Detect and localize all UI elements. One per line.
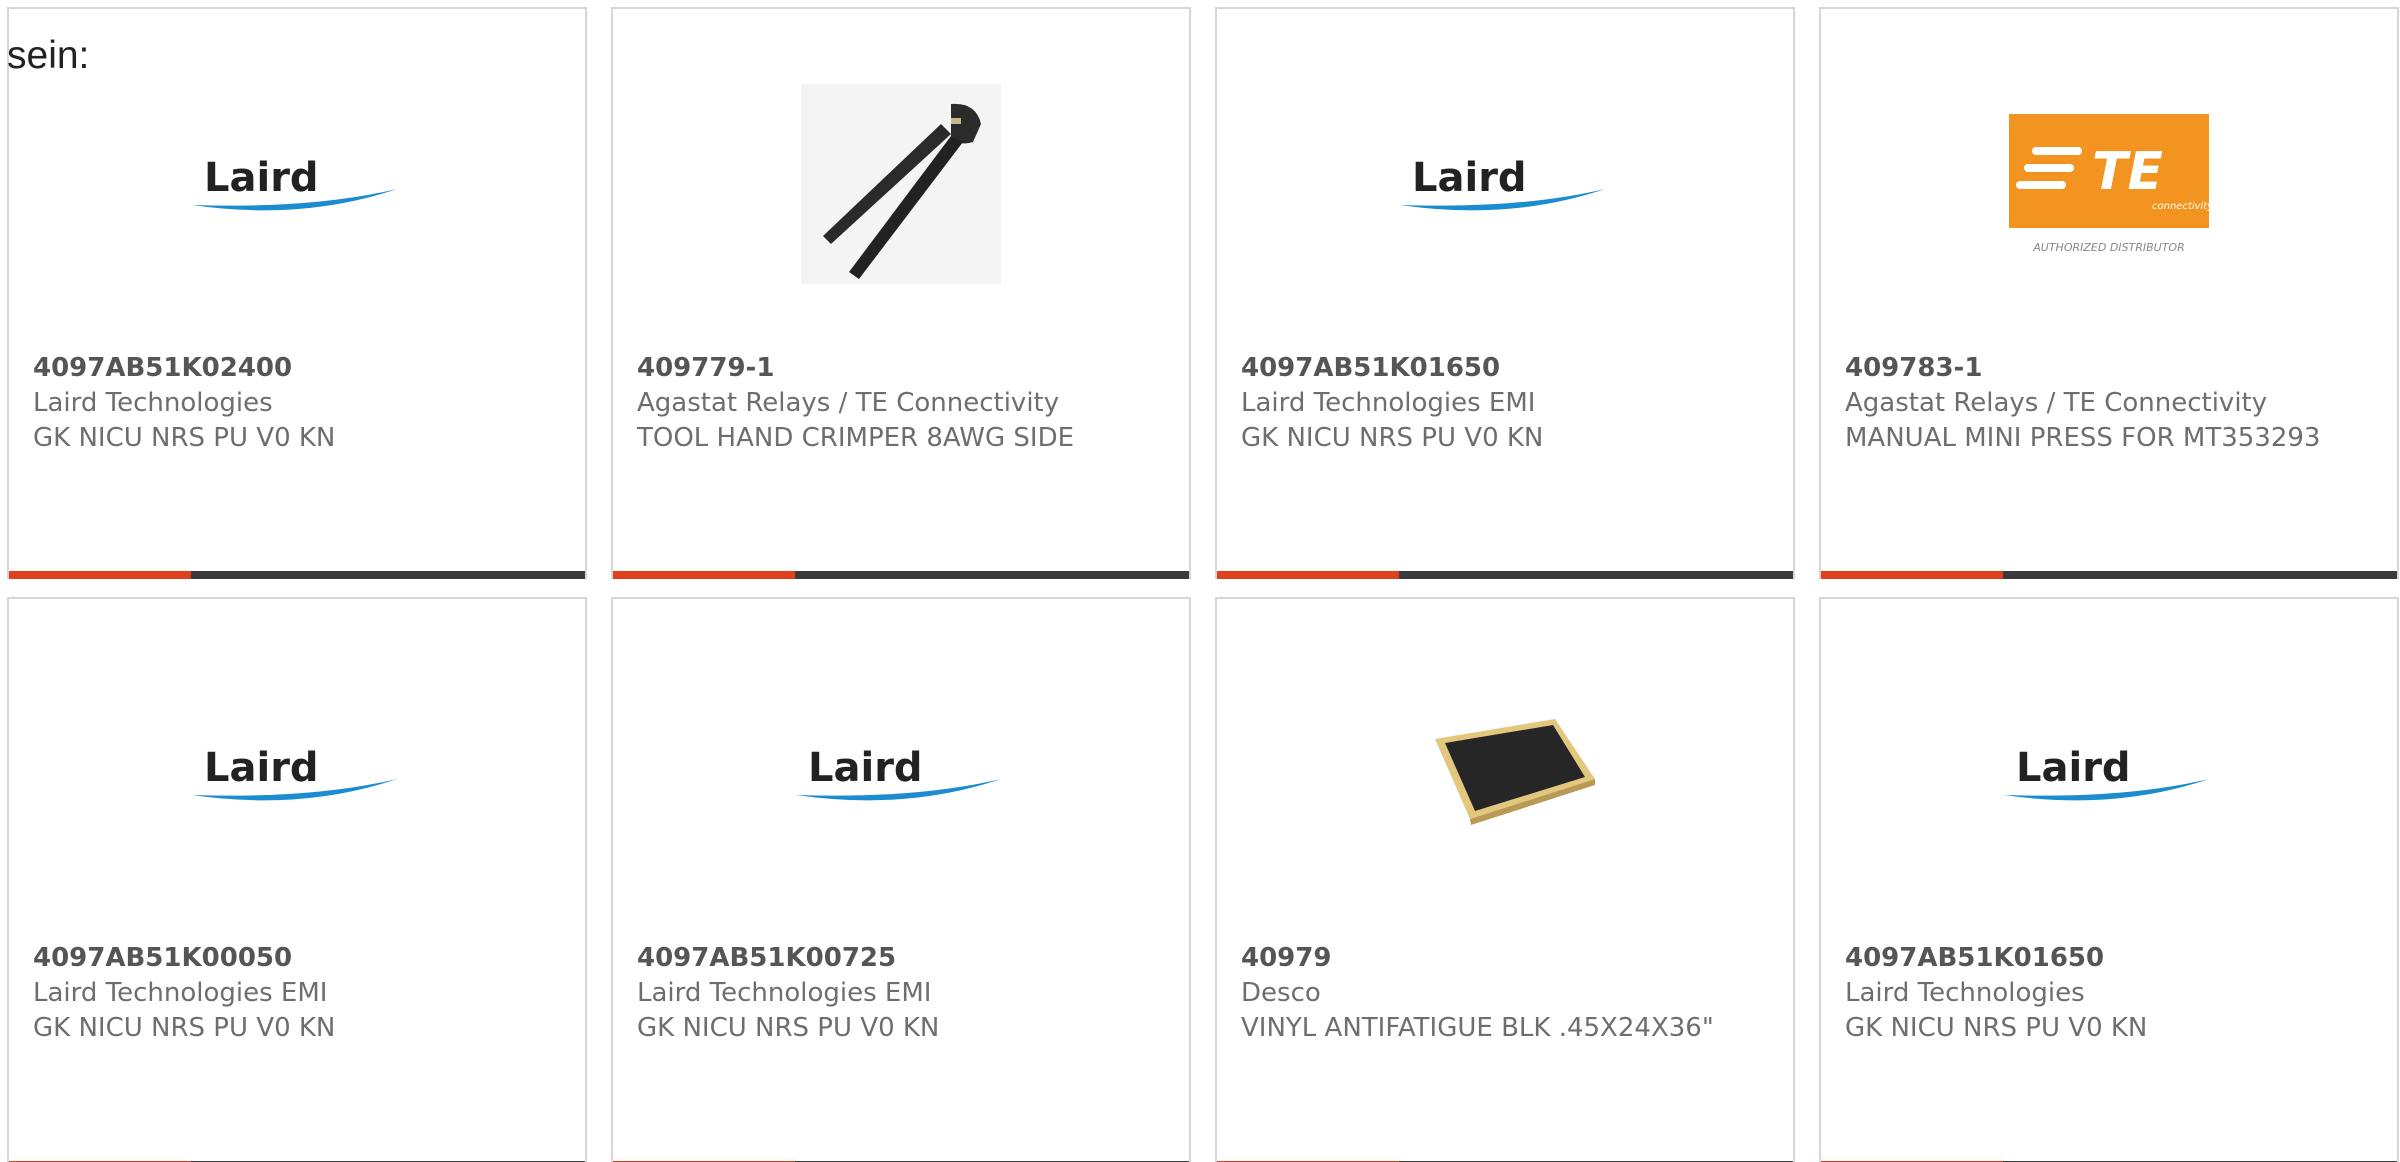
manufacturer: Laird Technologies EMI bbox=[1241, 388, 1536, 418]
product-card[interactable]: Laird 4097AB51K02400 Laird Technologies … bbox=[7, 7, 587, 579]
product-image: Laird bbox=[1821, 659, 2397, 889]
card-bottom-bar bbox=[1821, 571, 2397, 579]
product-card[interactable]: 40979 Desco VINYL ANTIFATIGUE BLK .45X24… bbox=[1215, 597, 1795, 1162]
svg-text:TE: TE bbox=[2092, 142, 2163, 202]
description: GK NICU NRS PU V0 KN bbox=[33, 423, 336, 453]
product-card[interactable]: 409779-1 Agastat Relays / TE Connectivit… bbox=[611, 7, 1191, 579]
product-info: 409783-1 Agastat Relays / TE Connectivit… bbox=[1845, 351, 2357, 456]
product-info: 4097AB51K01650 Laird Technologies EMI GK… bbox=[1241, 351, 1753, 456]
product-card[interactable]: Laird 4097AB51K01650 Laird Technologies … bbox=[1215, 7, 1795, 579]
svg-text:Laird: Laird bbox=[204, 155, 319, 201]
svg-text:Laird: Laird bbox=[2016, 745, 2131, 791]
manufacturer: Laird Technologies bbox=[33, 388, 273, 418]
product-results-page: sein: Laird 4097AB51K02400 Laird Technol… bbox=[0, 0, 2400, 1162]
product-card[interactable]: TE connectivity AUTHORIZED DISTRIBUTOR 4… bbox=[1819, 7, 2399, 579]
product-info: 40979 Desco VINYL ANTIFATIGUE BLK .45X24… bbox=[1241, 941, 1753, 1046]
part-number[interactable]: 4097AB51K00725 bbox=[637, 941, 1149, 976]
product-image: TE connectivity AUTHORIZED DISTRIBUTOR bbox=[1821, 69, 2397, 299]
laird-logo: Laird bbox=[1400, 155, 1605, 211]
card-accent bbox=[9, 571, 191, 579]
product-info: 4097AB51K02400 Laird Technologies GK NIC… bbox=[33, 351, 545, 456]
antifatigue-mat-image bbox=[1435, 719, 1595, 825]
card-bottom-bar bbox=[613, 571, 1189, 579]
card-bottom-bar bbox=[1217, 571, 1793, 579]
manufacturer: Laird Technologies bbox=[1845, 978, 2085, 1008]
hand-crimper-image bbox=[801, 84, 1001, 284]
description: GK NICU NRS PU V0 KN bbox=[637, 1013, 940, 1043]
svg-text:Laird: Laird bbox=[204, 745, 319, 791]
laird-logo: Laird bbox=[192, 745, 397, 801]
product-info: 4097AB51K00050 Laird Technologies EMI GK… bbox=[33, 941, 545, 1046]
part-number[interactable]: 40979 bbox=[1241, 941, 1753, 976]
card-accent bbox=[613, 571, 795, 579]
manufacturer: Laird Technologies EMI bbox=[637, 978, 932, 1008]
product-image: Laird bbox=[9, 69, 585, 299]
product-image bbox=[1217, 659, 1793, 889]
svg-text:Laird: Laird bbox=[1412, 155, 1527, 201]
product-card[interactable]: Laird 4097AB51K00050 Laird Technologies … bbox=[7, 597, 587, 1162]
product-image bbox=[613, 69, 1189, 299]
description: TOOL HAND CRIMPER 8AWG SIDE bbox=[637, 423, 1075, 453]
laird-logo: Laird bbox=[796, 745, 1001, 801]
svg-text:connectivity: connectivity bbox=[2152, 201, 2214, 212]
laird-logo: Laird bbox=[192, 155, 397, 211]
part-number[interactable]: 409779-1 bbox=[637, 351, 1149, 386]
manufacturer: Agastat Relays / TE Connectivity bbox=[637, 388, 1060, 418]
description: VINYL ANTIFATIGUE BLK .45X24X36" bbox=[1241, 1013, 1714, 1043]
description: MANUAL MINI PRESS FOR MT353293 bbox=[1845, 423, 2321, 453]
manufacturer: Desco bbox=[1241, 978, 1321, 1008]
description: GK NICU NRS PU V0 KN bbox=[33, 1013, 336, 1043]
card-bottom-bar bbox=[9, 571, 585, 579]
te-connectivity-logo: TE connectivity AUTHORIZED DISTRIBUTOR bbox=[2009, 114, 2214, 254]
svg-text:AUTHORIZED DISTRIBUTOR: AUTHORIZED DISTRIBUTOR bbox=[2032, 241, 2185, 254]
manufacturer: Agastat Relays / TE Connectivity bbox=[1845, 388, 2268, 418]
product-card[interactable]: Laird 4097AB51K00725 Laird Technologies … bbox=[611, 597, 1191, 1162]
svg-text:Laird: Laird bbox=[808, 745, 923, 791]
product-image: Laird bbox=[9, 659, 585, 889]
laird-logo: Laird bbox=[2004, 745, 2209, 801]
part-number[interactable]: 4097AB51K00050 bbox=[33, 941, 545, 976]
product-info: 4097AB51K01650 Laird Technologies GK NIC… bbox=[1845, 941, 2357, 1046]
part-number[interactable]: 4097AB51K01650 bbox=[1241, 351, 1753, 386]
product-image: Laird bbox=[1217, 69, 1793, 299]
manufacturer: Laird Technologies EMI bbox=[33, 978, 328, 1008]
description: GK NICU NRS PU V0 KN bbox=[1241, 423, 1544, 453]
card-accent bbox=[1217, 571, 1399, 579]
product-info: 4097AB51K00725 Laird Technologies EMI GK… bbox=[637, 941, 1149, 1046]
card-accent bbox=[1821, 571, 2003, 579]
product-card[interactable]: Laird 4097AB51K01650 Laird Technologies … bbox=[1819, 597, 2399, 1162]
product-grid: Laird 4097AB51K02400 Laird Technologies … bbox=[7, 7, 2399, 1162]
intro-text: sein: bbox=[7, 34, 90, 77]
product-image: Laird bbox=[613, 659, 1189, 889]
part-number[interactable]: 4097AB51K01650 bbox=[1845, 941, 2357, 976]
part-number[interactable]: 4097AB51K02400 bbox=[33, 351, 545, 386]
description: GK NICU NRS PU V0 KN bbox=[1845, 1013, 2148, 1043]
product-info: 409779-1 Agastat Relays / TE Connectivit… bbox=[637, 351, 1149, 456]
part-number[interactable]: 409783-1 bbox=[1845, 351, 2357, 386]
